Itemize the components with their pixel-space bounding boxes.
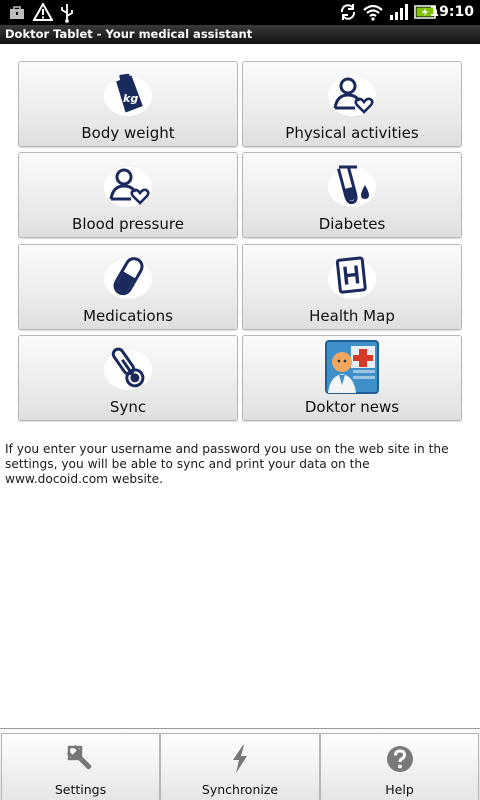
thermometer-icon: [104, 347, 152, 390]
help-button[interactable]: Help: [320, 733, 479, 800]
bag-notification-icon: [10, 6, 24, 19]
sync-tile[interactable]: Sync: [18, 335, 238, 421]
bottom-toolbar: Settings Synchronize Help: [0, 728, 480, 800]
usb-icon: [61, 4, 73, 23]
test-tube-drop-icon: [328, 165, 376, 207]
clock: 19:10: [429, 4, 474, 20]
sync-info-text: If you enter your username and password …: [5, 442, 449, 486]
app-title-bar: Doktor Tablet - Your medical assistant: [0, 25, 480, 44]
help-label: Help: [385, 782, 414, 797]
wrench-icon: [66, 744, 91, 770]
doktor-news-tile[interactable]: Doktor news: [242, 335, 462, 421]
doctor-news-icon: [325, 340, 379, 394]
tile-label: Diabetes: [318, 215, 386, 233]
synchronize-button[interactable]: Synchronize: [160, 733, 320, 800]
person-heart-icon: [104, 167, 152, 207]
hospital-h-icon: [328, 256, 376, 299]
diabetes-tile[interactable]: Diabetes: [242, 152, 462, 238]
tile-label: Doktor news: [304, 398, 400, 416]
person-heart-icon: [328, 76, 376, 116]
sync-icon: [340, 4, 356, 20]
lightning-icon: [233, 745, 247, 773]
tile-label: Blood pressure: [72, 215, 184, 233]
settings-button[interactable]: Settings: [1, 733, 160, 800]
app-title: Doktor Tablet - Your medical assistant: [5, 27, 253, 41]
wifi-icon: [363, 4, 383, 21]
blood-pressure-tile[interactable]: Blood pressure: [18, 152, 238, 238]
physical-activities-tile[interactable]: Physical activities: [242, 61, 462, 147]
medications-tile[interactable]: Medications: [18, 244, 238, 330]
pill-capsule-icon: [104, 257, 152, 299]
tile-label: Physical activities: [285, 124, 419, 142]
synchronize-label: Synchronize: [201, 782, 279, 797]
warning-icon: [33, 3, 53, 21]
scale-kg-icon: kg: [104, 73, 152, 116]
health-map-tile[interactable]: Health Map: [242, 244, 462, 330]
tile-label: Health Map: [309, 307, 395, 325]
settings-label: Settings: [54, 782, 107, 797]
tile-label: Medications: [83, 307, 173, 325]
status-bar: 19:10: [0, 0, 480, 25]
tile-label: Sync: [109, 398, 147, 416]
help-question-icon: [386, 746, 413, 772]
signal-icon: [390, 4, 408, 20]
body-weight-tile[interactable]: kg Body weight: [18, 61, 238, 147]
tile-label: Body weight: [81, 124, 175, 142]
svg-text:kg: kg: [123, 92, 138, 105]
